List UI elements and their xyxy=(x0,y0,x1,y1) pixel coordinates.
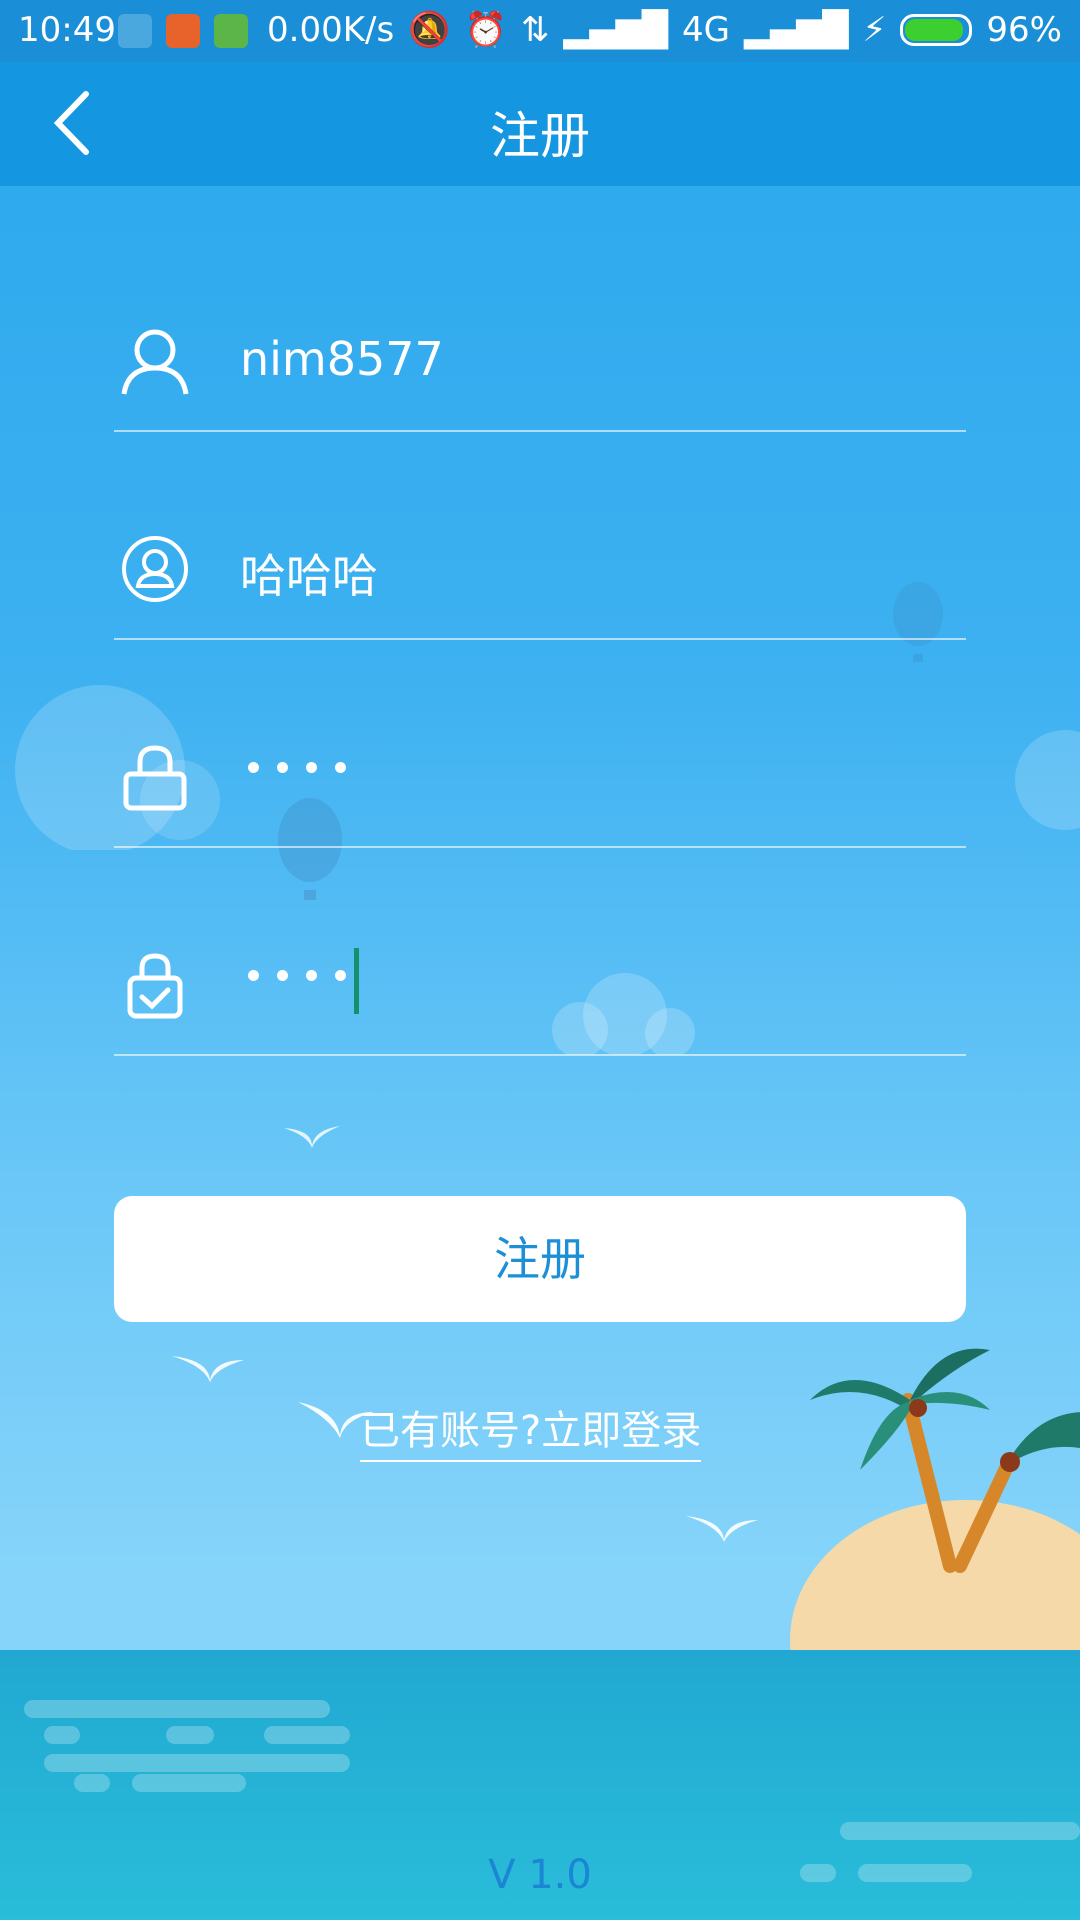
wave-decoration xyxy=(44,1726,80,1744)
island-illustration xyxy=(790,1348,1080,1652)
text-cursor xyxy=(354,948,359,1014)
page-title: 注册 xyxy=(490,107,590,165)
nickname-field[interactable]: 哈哈哈 xyxy=(114,488,966,640)
signal-icon: ▂▄▆█ xyxy=(743,10,849,50)
bird-decoration xyxy=(686,1516,758,1542)
mask-dot xyxy=(335,970,346,981)
security-app-icon xyxy=(166,14,200,48)
nickname-value: 哈哈哈 xyxy=(240,549,378,603)
confirm-password-field[interactable] xyxy=(114,904,966,1056)
status-time: 10:49 xyxy=(18,10,116,50)
data-transfer-icon: ⇅ xyxy=(520,10,550,50)
wave-decoration xyxy=(166,1726,214,1744)
register-screen: 10:49 0.00K/s 🔕 ⏰ ⇅ ▂▄▆█ 4G ▂▄▆█ ⚡ 96% 注… xyxy=(0,0,1080,1920)
battery-fill xyxy=(905,19,964,41)
nav-bar: 注册 xyxy=(0,62,1080,186)
cloud-decoration xyxy=(1015,730,1080,830)
mask-dot xyxy=(306,970,317,981)
mute-icon: 🔕 xyxy=(408,10,451,50)
mask-dot xyxy=(277,762,288,773)
wave-decoration xyxy=(74,1774,110,1792)
status-indicators: 0.00K/s 🔕 ⏰ ⇅ ▂▄▆█ 4G ▂▄▆█ ⚡ 96% xyxy=(267,10,1062,50)
confirm-password-mask xyxy=(248,970,346,981)
battery-icon xyxy=(900,14,973,46)
charging-icon: ⚡ xyxy=(862,10,887,50)
network-speed: 0.00K/s xyxy=(267,10,395,50)
alarm-icon: ⏰ xyxy=(464,10,507,50)
mask-dot xyxy=(277,970,288,981)
status-bar: 10:49 0.00K/s 🔕 ⏰ ⇅ ▂▄▆█ 4G ▂▄▆█ ⚡ 96% xyxy=(0,0,1080,62)
wave-decoration xyxy=(840,1822,1080,1840)
register-button[interactable]: 注册 xyxy=(114,1196,966,1322)
app-version: V 1.0 xyxy=(488,1852,592,1898)
user-icon xyxy=(121,329,189,395)
usb-icon xyxy=(118,14,152,48)
signal-icon: ▂▄▆█ xyxy=(563,10,668,50)
network-type: 4G xyxy=(681,10,730,50)
wave-decoration xyxy=(264,1726,350,1744)
mask-dot xyxy=(335,762,346,773)
mask-dot xyxy=(306,762,317,773)
battery-percent: 96% xyxy=(986,10,1062,50)
mask-dot xyxy=(248,970,259,981)
login-link[interactable]: 已有账号?立即登录 xyxy=(360,1398,702,1462)
android-app-icon xyxy=(214,14,248,48)
username-field[interactable]: nim8577 xyxy=(114,280,966,432)
password-field[interactable] xyxy=(114,696,966,848)
wave-decoration xyxy=(44,1754,350,1772)
bird-decoration xyxy=(284,1126,340,1148)
avatar-circle-icon xyxy=(122,536,188,602)
password-mask xyxy=(248,762,346,773)
mask-dot xyxy=(248,762,259,773)
lock-check-icon xyxy=(127,953,183,1019)
lock-icon xyxy=(123,745,187,811)
bird-decoration xyxy=(172,1356,244,1382)
wave-decoration xyxy=(132,1774,246,1792)
username-value: nim8577 xyxy=(240,332,444,386)
wave-decoration xyxy=(24,1700,330,1718)
